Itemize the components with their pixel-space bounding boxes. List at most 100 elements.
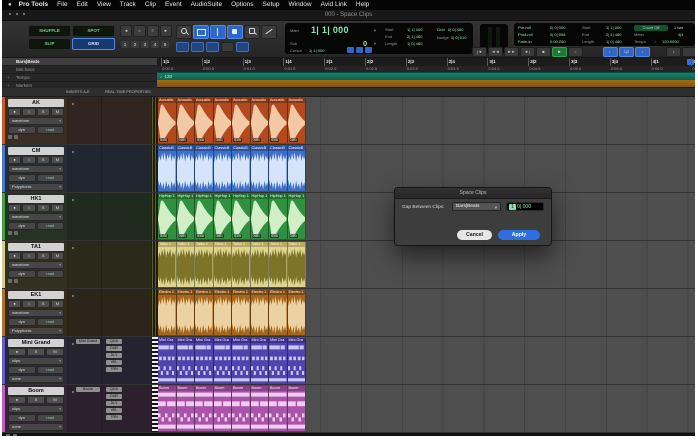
automation-mode-selector[interactable]: read [37,366,65,374]
input-monitor-button[interactable]: I [22,108,35,116]
record-enable-button[interactable]: ● [8,204,21,212]
sub-counter-dropdown-icon[interactable]: ▼ [373,41,377,46]
audio-clip[interactable]: Electro 1 [232,290,251,335]
scrubber-tool-icon[interactable] [244,25,260,39]
insert-slot[interactable] [72,247,74,249]
menu-view[interactable]: View [97,0,111,10]
midi-clip[interactable]: Mini Gra [214,338,233,383]
solo-button[interactable]: S [37,204,50,212]
audio-clip[interactable]: Taiko 1 [288,242,307,287]
elastic-audio-selector[interactable]: Polyphonic▾ [8,183,64,191]
selector-tool-icon[interactable] [210,25,226,39]
menu-file[interactable]: File [57,0,67,10]
fade-in-value[interactable]: 0:00.250 [550,39,566,44]
zoom-preset-3[interactable]: 3 [141,41,149,48]
shuffle-mode-button[interactable]: SHUFFLE [28,25,71,37]
dyn-selector[interactable]: dyn [8,318,36,326]
rtp-trn[interactable]: TRN [106,367,122,372]
input-monitor-button[interactable]: I [22,156,35,164]
track-lane[interactable]: Taiko 1Taiko 1Taiko 1Taiko 1Taiko 1Taiko… [158,241,695,288]
midi-clip[interactable]: Boom [158,386,177,431]
rtp-trn[interactable]: TRN [106,415,122,420]
gap-units-select[interactable]: Bars|Beats ▼ [452,202,501,211]
midi-clip[interactable]: Boom [195,386,214,431]
trim-tool-icon[interactable] [193,25,209,39]
transport-start-value[interactable]: 1| 1| 000 [606,25,621,30]
audio-clip[interactable]: Taiko 1 [269,242,288,287]
audio-clip[interactable]: Acoustic0 dB [158,98,177,143]
tab-to-transient-icon[interactable] [176,42,189,52]
track-name[interactable]: TA1 [8,243,64,251]
audio-clip[interactable]: Taiko 1 [251,242,270,287]
track-view-selector[interactable]: waveform▾ [8,261,64,269]
solo-button[interactable]: S [37,108,50,116]
mute-button[interactable]: M [46,348,64,356]
patch-selector[interactable]: none▾ [8,423,64,431]
link-track-icon[interactable] [206,42,219,52]
insert-slot[interactable] [72,343,74,345]
play-button[interactable]: ► [552,47,567,57]
apple-icon[interactable]: ● [8,0,12,10]
midi-zoom-icon[interactable]: ≡ [147,25,159,37]
rtp-vel[interactable]: VEL [106,408,122,413]
transport-length-value[interactable]: 1| 0| 480 [606,39,621,44]
zoom-preset-1[interactable]: 1 [121,41,129,48]
midi-clip[interactable]: Mini Gra [251,338,270,383]
solo-button[interactable]: S [27,348,45,356]
tempo-value[interactable]: 120.0000 [662,39,679,44]
pencil-tool-icon[interactable] [261,25,277,39]
link-timeline-icon[interactable] [191,42,204,52]
automation-follows-icon[interactable] [236,42,249,52]
elastic-audio-selector[interactable]: Polyphonic▾ [8,327,64,335]
track-view-selector[interactable]: waveform▾ [8,309,64,317]
audio-clip[interactable]: ClassicB [195,146,214,191]
automation-mode-selector[interactable]: read [37,222,65,230]
audio-clip[interactable]: HipHop 10 dB [214,194,233,239]
track-view-selector[interactable]: waveform▾ [8,213,64,221]
grid-value[interactable]: 0| 0| 480 [448,27,463,32]
dyn-selector[interactable]: dyn [8,126,36,134]
bottom-left-icon2[interactable] [13,434,17,436]
zoom-preset-5[interactable]: 5 [161,41,169,48]
midi-clip[interactable]: Mini Gra [288,338,307,383]
mute-button[interactable]: M [51,156,64,164]
audio-clip[interactable]: Taiko 1 [195,242,214,287]
grid-snap-icon[interactable] [347,47,354,53]
fast-forward-button[interactable]: ►► [504,47,519,57]
add-tempo-icon[interactable]: + [7,74,10,82]
menu-event[interactable]: Event [165,0,182,10]
grid-value-label[interactable]: Grid [437,27,445,32]
gap-value-field[interactable]: 1 0| 000 [506,202,544,211]
solo-button[interactable]: S [37,300,50,308]
track-view-selector[interactable]: waveform▾ [8,165,64,173]
track-name[interactable]: Mini Grand [8,339,64,347]
menu-edit[interactable]: Edit [77,0,88,10]
insert-slot[interactable] [72,103,74,105]
track-view-selector[interactable]: clips▾ [8,405,64,413]
menu-setup[interactable]: Setup [263,0,280,10]
midi-clip[interactable]: Boom [177,386,196,431]
pre-roll-button[interactable]: Pre-roll [518,25,531,30]
pencil-grid-icon[interactable] [365,47,372,53]
audio-clip[interactable]: ClassicB [251,146,270,191]
track-name[interactable]: EK1 [8,291,64,299]
track-name[interactable]: AK [8,99,64,107]
audio-clip[interactable]: HipHop 10 dB [195,194,214,239]
main-counter-dropdown-icon[interactable]: ▼ [373,28,377,33]
audio-clip[interactable]: Electro 1 [195,290,214,335]
midi-clip[interactable]: Mini Gra [177,338,196,383]
audio-clip[interactable]: Taiko 1 [214,242,233,287]
extra-toolbar-button[interactable] [682,47,695,57]
audio-clip[interactable]: Acoustic0 dB [214,98,233,143]
zoom-preset-2[interactable]: 2 [131,41,139,48]
grid-mode-button[interactable]: GRID [72,38,115,50]
midi-merge-button[interactable]: ♪ [635,47,650,57]
dialog-title[interactable]: Space Clips [395,188,551,199]
audio-clip[interactable]: Electro 1 [269,290,288,335]
audio-clip[interactable]: ClassicB [177,146,196,191]
mute-button[interactable]: M [51,204,64,212]
menu-clip[interactable]: Clip [145,0,156,10]
audio-clip[interactable]: HipHop 10 dB [251,194,270,239]
dyn-selector[interactable]: dyn [8,222,36,230]
post-roll-value[interactable]: 0| 0| 058 [550,32,565,37]
